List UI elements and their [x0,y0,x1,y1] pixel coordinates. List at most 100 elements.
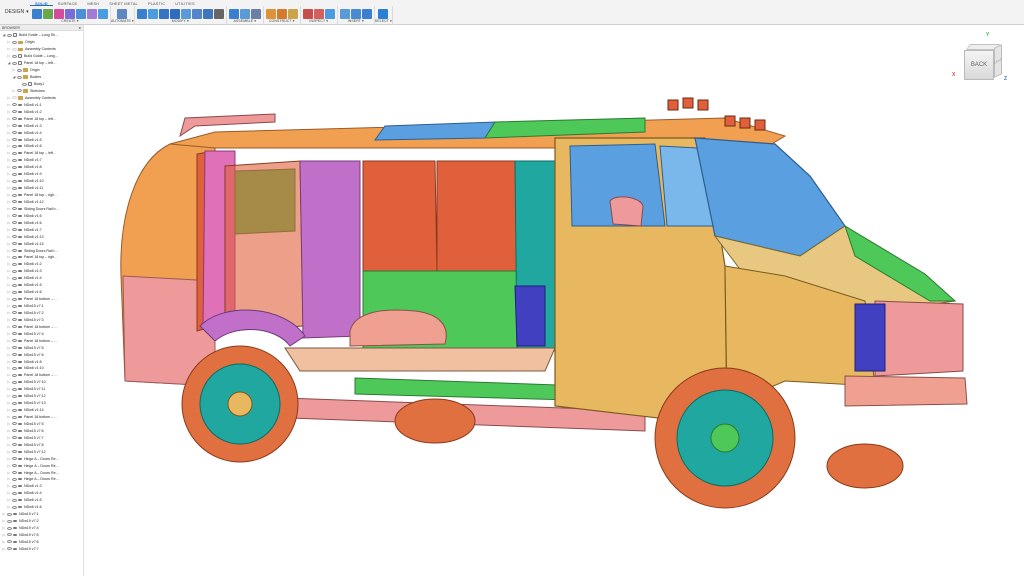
collapsed-triangle-icon[interactable]: ▷ [7,436,11,440]
tree-row[interactable]: ▷ NDw6 v1:3 [0,483,83,490]
collapsed-triangle-icon[interactable]: ▷ [7,103,11,107]
view-cube[interactable]: BACK LEFT Y X Z [950,32,1010,88]
workspace-switcher[interactable]: DESIGN ▾ [2,6,32,17]
collapsed-triangle-icon[interactable]: ▷ [2,533,6,537]
collapsed-triangle-icon[interactable]: ▷ [7,283,11,287]
tree-row[interactable]: ◢ Bodies [0,74,83,81]
tree-row[interactable]: ▷ NDw6 v1:5 [0,497,83,504]
collapsed-triangle-icon[interactable]: ▷ [7,450,11,454]
collapsed-triangle-icon[interactable]: ▷ [7,505,11,509]
loft-icon[interactable] [87,8,97,19]
collapsed-triangle-icon[interactable]: ▷ [7,158,11,162]
as-built-joint-icon[interactable] [239,8,250,19]
tree-row[interactable]: ▷ Sliding Doors Rail t… [0,247,83,254]
collapsed-triangle-icon[interactable]: ▷ [7,269,11,273]
tree-row[interactable]: ▷ NDw6 v1:3 [0,268,83,275]
shell-icon[interactable] [169,8,180,19]
tree-row[interactable]: ▷ NDw15 v7:3 [0,316,83,323]
visibility-eye-icon[interactable] [12,276,17,280]
insert-mesh-icon[interactable] [339,8,350,19]
visibility-eye-icon[interactable] [12,498,17,502]
collapsed-triangle-icon[interactable]: ▷ [7,415,11,419]
scale-icon[interactable] [191,8,202,19]
tree-row[interactable]: ▷ NDw6 v1:5 [0,212,83,219]
visibility-eye-icon[interactable] [17,89,22,93]
collapsed-triangle-icon[interactable]: ▷ [7,214,11,218]
collapsed-triangle-icon[interactable]: ▷ [7,443,11,447]
tree-row[interactable]: ▷ Panel 18 bottom – … [0,337,83,344]
collapsed-triangle-icon[interactable]: ▷ [7,408,11,412]
tree-row[interactable]: ▷ NDw6 v1:12 [0,199,83,206]
collapsed-triangle-icon[interactable]: ▷ [7,172,11,176]
visibility-eye-icon[interactable] [12,193,17,197]
visibility-eye-icon[interactable] [12,40,17,44]
visibility-eye-icon[interactable] [12,124,17,128]
close-icon[interactable]: ● [79,25,81,30]
collapsed-triangle-icon[interactable]: ▷ [7,429,11,433]
tree-row[interactable]: ▷ NDw6 v1:6 [0,143,83,150]
joint-icon[interactable] [228,8,239,19]
collapsed-triangle-icon[interactable]: ▷ [7,373,11,377]
visibility-eye-icon[interactable] [17,68,22,72]
collapsed-triangle-icon[interactable]: ▷ [2,512,6,516]
tree-row[interactable]: ▷ Panel 18 bottom – … [0,323,83,330]
visibility-eye-icon[interactable] [7,533,12,537]
collapsed-triangle-icon[interactable]: ▷ [7,242,11,246]
visibility-eye-icon[interactable] [12,360,17,364]
collapsed-triangle-icon[interactable]: ▷ [7,186,11,190]
visibility-eye-icon[interactable] [12,373,17,377]
tree-row[interactable]: ▷ Hinge A – Doors Re… [0,455,83,462]
tree-row[interactable]: ▷ Sliding Doors Rail b… [0,205,83,212]
collapsed-triangle-icon[interactable]: ▷ [7,255,11,259]
tree-row[interactable]: ▷ NDw19 v7:6 [0,538,83,545]
visibility-eye-icon[interactable] [12,144,17,148]
visibility-eye-icon[interactable] [12,297,17,301]
collapsed-triangle-icon[interactable]: ▷ [7,96,11,100]
tree-row[interactable]: ▷ Sketches [0,88,83,95]
viewport-canvas[interactable] [85,26,1024,576]
visibility-eye-icon[interactable] [12,228,17,232]
canvas-icon[interactable] [361,8,372,19]
visibility-eye-icon[interactable] [12,505,17,509]
tree-row[interactable]: ▷ NDw6 v1:6 [0,219,83,226]
visibility-eye-icon[interactable] [12,332,17,336]
collapsed-triangle-icon[interactable]: ▷ [7,117,11,121]
collapsed-triangle-icon[interactable]: ▷ [7,366,11,370]
visibility-eye-icon[interactable] [12,477,17,481]
collapsed-triangle-icon[interactable]: ▷ [12,89,16,93]
visibility-eye-icon[interactable] [7,512,12,516]
visibility-eye-icon[interactable] [12,172,17,176]
tree-row[interactable]: ▷ Panel 18 top – righ… [0,192,83,199]
collapsed-triangle-icon[interactable]: ▷ [7,401,11,405]
fillet-icon[interactable] [147,8,158,19]
visibility-eye-icon[interactable] [12,353,17,357]
tree-row[interactable]: ▷ NDw6 v1:5 [0,282,83,289]
tree-row[interactable]: ▷ NDw15 v7:4 [0,330,83,337]
sketch-icon[interactable] [43,8,53,19]
collapsed-triangle-icon[interactable]: ▷ [7,491,11,495]
visibility-eye-icon[interactable] [7,519,12,523]
visibility-eye-icon[interactable] [12,366,17,370]
visibility-eye-icon[interactable] [12,311,17,315]
combine-icon[interactable] [202,8,213,19]
tree-row[interactable]: ▷ NDw6 v1:1 [0,101,83,108]
press-pull-icon[interactable] [136,8,147,19]
draft-icon[interactable] [180,8,191,19]
visibility-eye-icon[interactable] [12,394,17,398]
visibility-eye-icon[interactable] [12,47,17,51]
visibility-eye-icon[interactable] [12,165,17,169]
toolbar-group-label[interactable]: MODIFY ▾ [172,19,189,23]
visibility-eye-icon[interactable] [12,304,17,308]
tree-row[interactable]: ▷ NDw6 v1:9 [0,171,83,178]
section-analysis-icon[interactable] [324,8,335,19]
collapsed-triangle-icon[interactable]: ▷ [7,262,11,266]
tree-row[interactable]: ▷ Assembly Contexts [0,94,83,101]
collapsed-triangle-icon[interactable]: ▷ [12,68,16,72]
visibility-eye-icon[interactable] [12,450,17,454]
tree-row[interactable]: ▷ NDw15 v7:8 [0,441,83,448]
collapsed-triangle-icon[interactable]: ▷ [7,477,11,481]
tree-row[interactable]: ▷ NDw15 v7:2 [0,310,83,317]
chamfer-icon[interactable] [158,8,169,19]
tree-row[interactable]: ▷ NDw15 v7:12 [0,393,83,400]
collapsed-triangle-icon[interactable]: ▷ [7,297,11,301]
